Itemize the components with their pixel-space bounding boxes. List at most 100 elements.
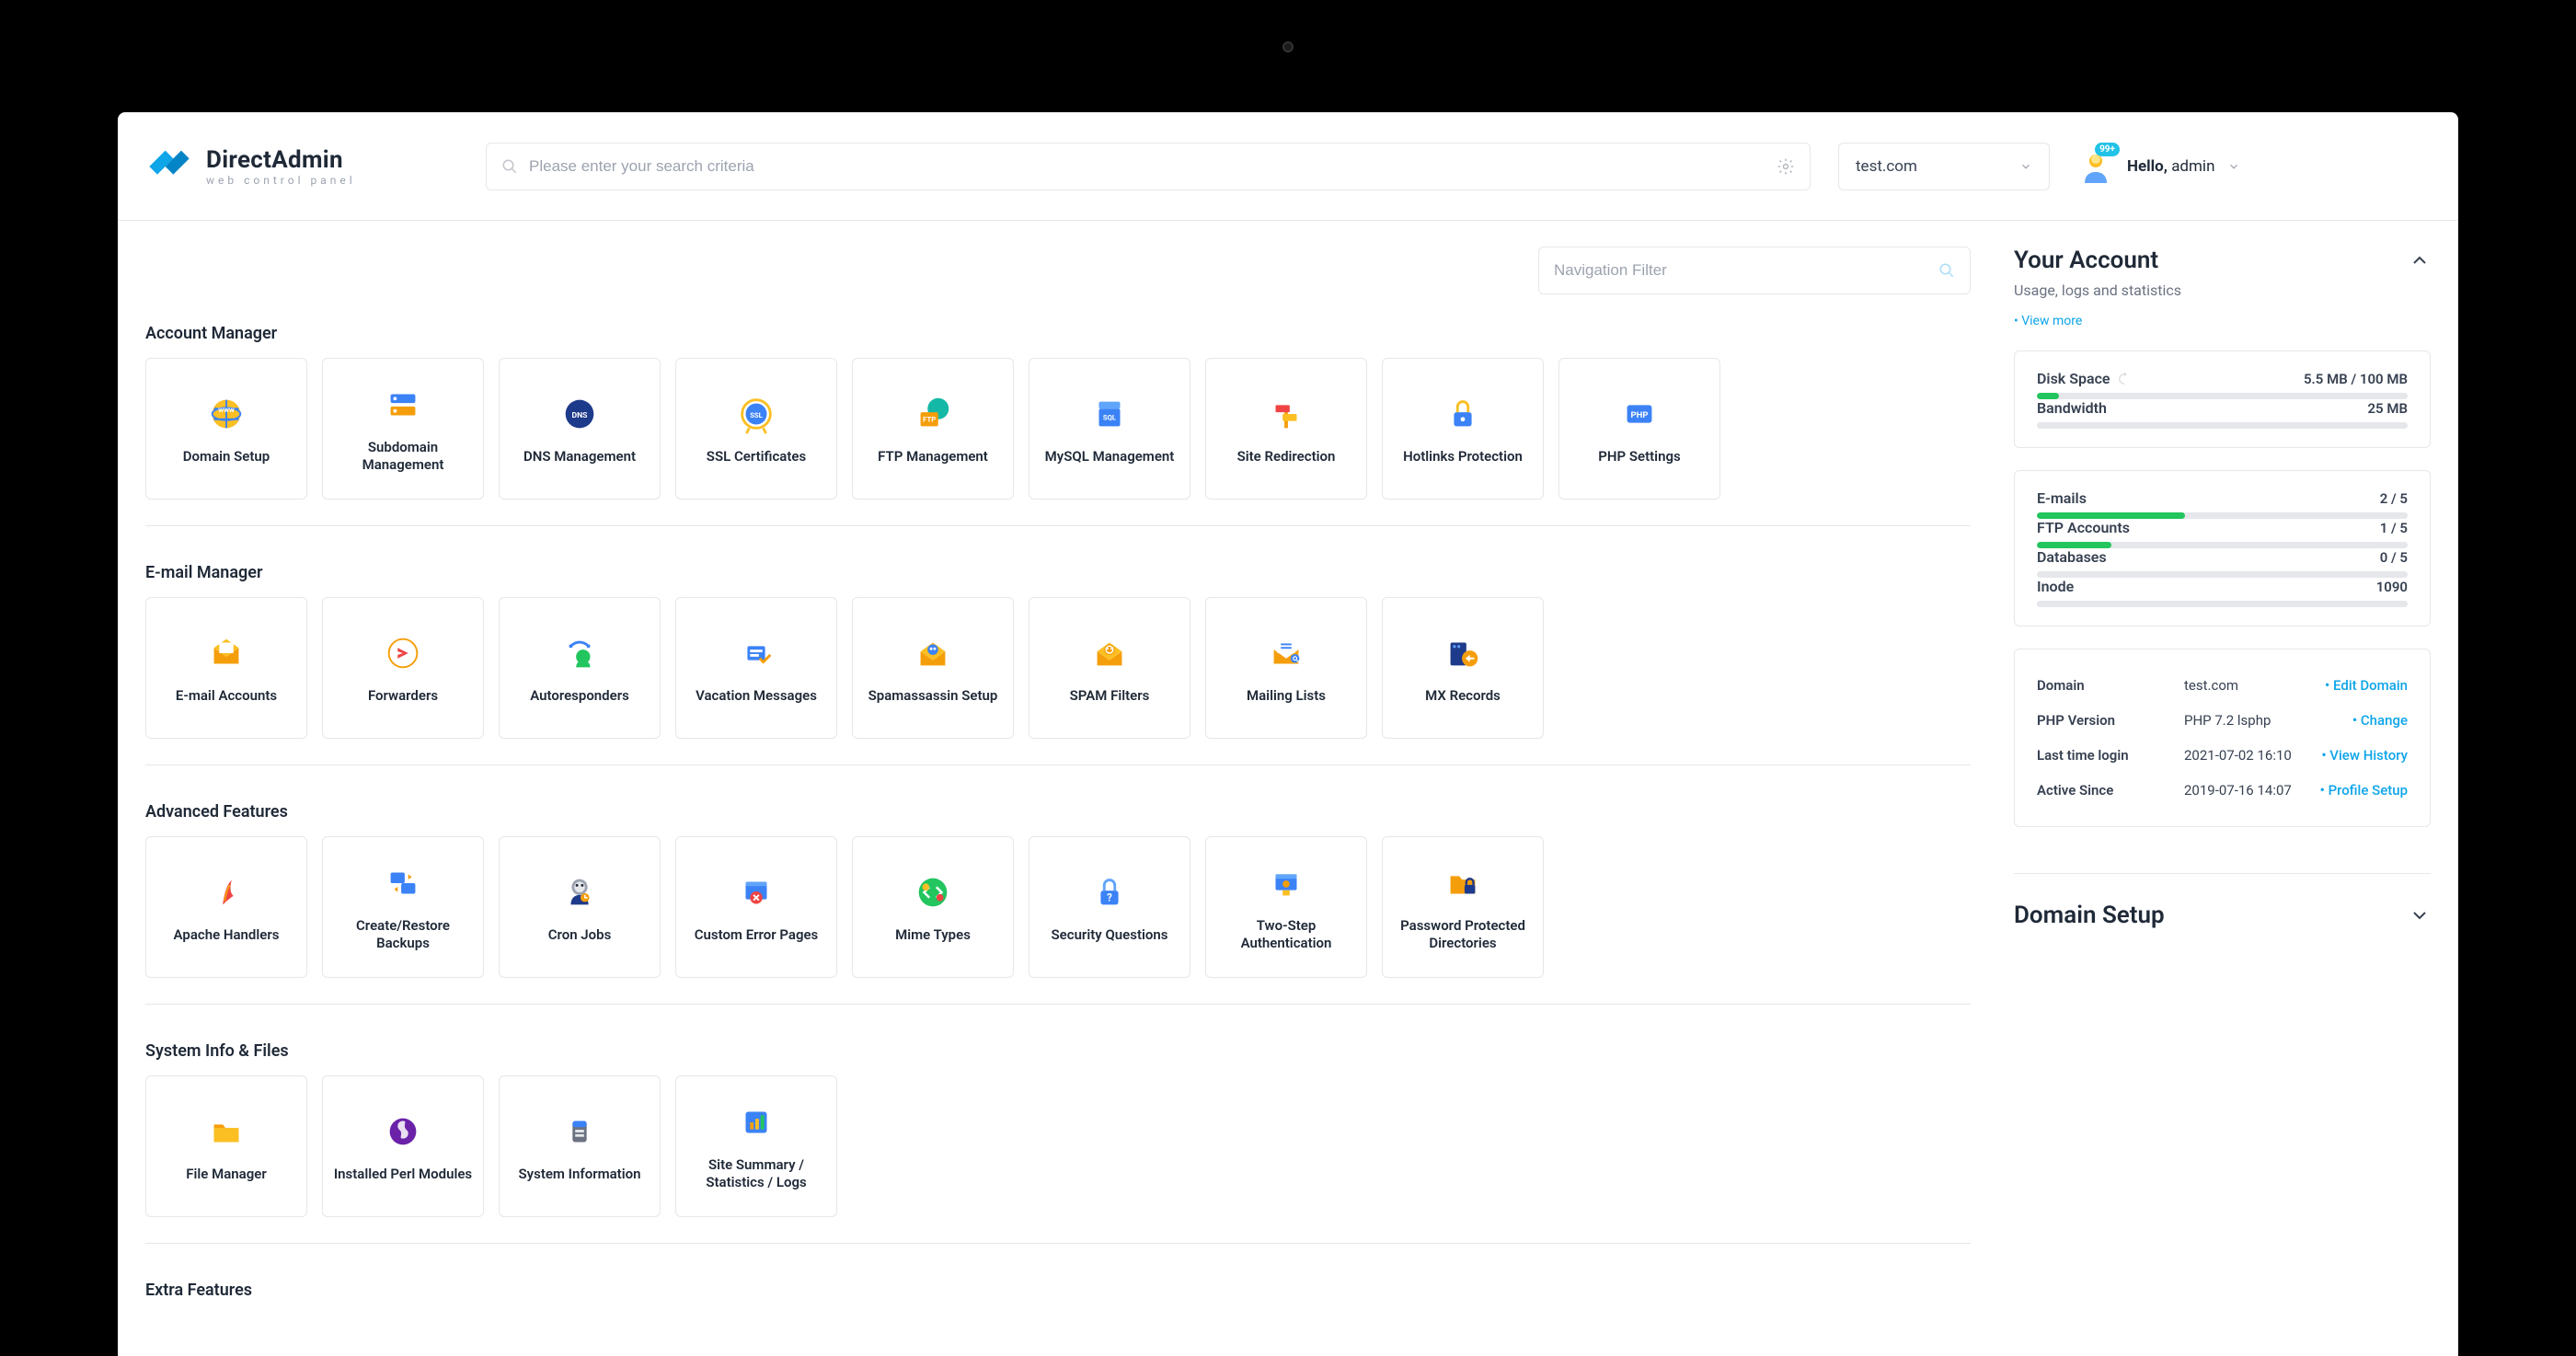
domain-setup-panel[interactable]: Domain Setup: [2014, 873, 2431, 929]
tile-mime[interactable]: Mime Types: [852, 836, 1014, 978]
progress-bar: [2037, 393, 2408, 399]
user-menu[interactable]: 99+ Hello, admin: [2077, 148, 2240, 185]
tile-label: Password Protected Directories: [1390, 917, 1535, 952]
info-link[interactable]: Profile Setup: [2320, 782, 2408, 799]
gear-icon[interactable]: [1777, 157, 1795, 176]
tile-label: Custom Error Pages: [695, 926, 819, 944]
tile-twostep[interactable]: Two-Step Authentication: [1205, 836, 1367, 978]
sidebar: Your Account Usage, logs and statistics …: [1998, 221, 2458, 1356]
logo[interactable]: DirectAdmin web control panel: [145, 143, 458, 190]
lock-icon: [1442, 393, 1484, 435]
nav-filter-input[interactable]: [1554, 261, 1938, 280]
tile-stats[interactable]: Site Summary / Statistics / Logs: [675, 1075, 837, 1217]
info-label: Active Since: [2037, 782, 2175, 799]
tile-dns[interactable]: DNS DNS Management: [499, 358, 661, 500]
tile-security[interactable]: ? Security Questions: [1029, 836, 1190, 978]
tile-label: Installed Perl Modules: [334, 1166, 472, 1183]
stat-label: E-mails: [2037, 489, 2087, 507]
account-panel-header[interactable]: Your Account: [2014, 247, 2431, 274]
stat-value: 1090: [2376, 579, 2408, 595]
tile-label: Domain Setup: [183, 448, 270, 465]
passdir-icon: [1442, 862, 1484, 904]
tile-mysql[interactable]: SQL MySQL Management: [1029, 358, 1190, 500]
info-value: 2021-07-02 16:10: [2184, 747, 2312, 764]
tile-label: DNS Management: [523, 448, 636, 465]
tile-label: File Manager: [186, 1166, 266, 1183]
nav-filter[interactable]: [1538, 247, 1971, 294]
tile-mx[interactable]: MX Records: [1382, 597, 1544, 739]
view-more-link[interactable]: View more: [2014, 314, 2082, 328]
tile-sysinfo[interactable]: System Information: [499, 1075, 661, 1217]
tile-mailing[interactable]: Mailing Lists: [1205, 597, 1367, 739]
section-title: Advanced Features: [145, 780, 1971, 836]
stat-row: Inode 1090: [2037, 578, 2408, 595]
tile-forward[interactable]: Forwarders: [322, 597, 484, 739]
tile-ftp[interactable]: FTP FTP Management: [852, 358, 1014, 500]
tile-label: SSL Certificates: [707, 448, 806, 465]
info-value: PHP 7.2 lsphp: [2184, 712, 2343, 729]
info-link[interactable]: View History: [2321, 747, 2408, 764]
tile-cron[interactable]: Cron Jobs: [499, 836, 661, 978]
mime-icon: [912, 871, 954, 914]
content-area: Account Manager WWW Domain Setup Subdoma…: [118, 221, 1998, 1356]
info-link[interactable]: Change: [2352, 712, 2408, 729]
progress-bar: [2037, 542, 2408, 548]
progress-bar: [2037, 422, 2408, 429]
tile-lock[interactable]: Hotlinks Protection: [1382, 358, 1544, 500]
tile-autoresp[interactable]: Autoresponders: [499, 597, 661, 739]
tile-apache[interactable]: Apache Handlers: [145, 836, 307, 978]
svg-text:DNS: DNS: [572, 410, 588, 419]
info-link[interactable]: Edit Domain: [2325, 677, 2408, 694]
tile-perl[interactable]: Installed Perl Modules: [322, 1075, 484, 1217]
apache-icon: [205, 871, 247, 914]
tile-label: Subdomain Management: [330, 439, 476, 474]
spam-icon: [1088, 632, 1131, 674]
tile-label: Two-Step Authentication: [1213, 917, 1359, 952]
domain-dropdown[interactable]: test.com: [1838, 143, 2050, 190]
tile-label: FTP Management: [878, 448, 988, 465]
subdomain-icon: [382, 384, 424, 426]
chevron-down-icon: [2019, 160, 2032, 173]
tile-backup[interactable]: Create/Restore Backups: [322, 836, 484, 978]
vacation-icon: [735, 632, 777, 674]
tile-spamassassin[interactable]: Spamassassin Setup: [852, 597, 1014, 739]
tile-label: Site Redirection: [1237, 448, 1336, 465]
tile-spam[interactable]: SPAM Filters: [1029, 597, 1190, 739]
logo-title: DirectAdmin: [206, 146, 356, 174]
stat-label: Inode: [2037, 578, 2074, 595]
tile-passdir[interactable]: Password Protected Directories: [1382, 836, 1544, 978]
main: Account Manager WWW Domain Setup Subdoma…: [118, 221, 2458, 1356]
tile-redirect[interactable]: Site Redirection: [1205, 358, 1367, 500]
tile-label: Forwarders: [368, 687, 438, 705]
tile-php[interactable]: PHP PHP Settings: [1558, 358, 1720, 500]
tile-label: Apache Handlers: [174, 926, 280, 944]
tile-errorpages[interactable]: Custom Error Pages: [675, 836, 837, 978]
tile-mail[interactable]: E-mail Accounts: [145, 597, 307, 739]
tile-label: PHP Settings: [1598, 448, 1680, 465]
tile-vacation[interactable]: Vacation Messages: [675, 597, 837, 739]
forward-icon: [382, 632, 424, 674]
device-frame: DirectAdmin web control panel test.com: [0, 0, 2576, 1356]
tile-label: Mailing Lists: [1247, 687, 1326, 705]
refresh-icon[interactable]: [2118, 373, 2131, 385]
sysinfo-icon: [558, 1110, 601, 1153]
tile-folder[interactable]: File Manager: [145, 1075, 307, 1217]
tile-ssl[interactable]: SSL SSL Certificates: [675, 358, 837, 500]
app-screen: DirectAdmin web control panel test.com: [118, 112, 2458, 1356]
tile-label: Security Questions: [1052, 926, 1168, 944]
ftp-icon: FTP: [912, 393, 954, 435]
autoresp-icon: [558, 632, 601, 674]
stat-label: Databases: [2037, 548, 2107, 566]
global-search[interactable]: [486, 143, 1811, 190]
tile-subdomain[interactable]: Subdomain Management: [322, 358, 484, 500]
svg-text:PHP: PHP: [1630, 409, 1648, 419]
security-icon: ?: [1088, 871, 1131, 914]
php-icon: PHP: [1618, 393, 1661, 435]
twostep-icon: [1265, 862, 1307, 904]
info-row: Domain test.com Edit Domain: [2037, 668, 2408, 703]
section: Account Manager WWW Domain Setup Subdoma…: [145, 302, 1971, 526]
search-input[interactable]: [529, 157, 1777, 176]
avatar: 99+: [2077, 148, 2114, 185]
tile-label: Cron Jobs: [548, 926, 612, 944]
tile-globe[interactable]: WWW Domain Setup: [145, 358, 307, 500]
